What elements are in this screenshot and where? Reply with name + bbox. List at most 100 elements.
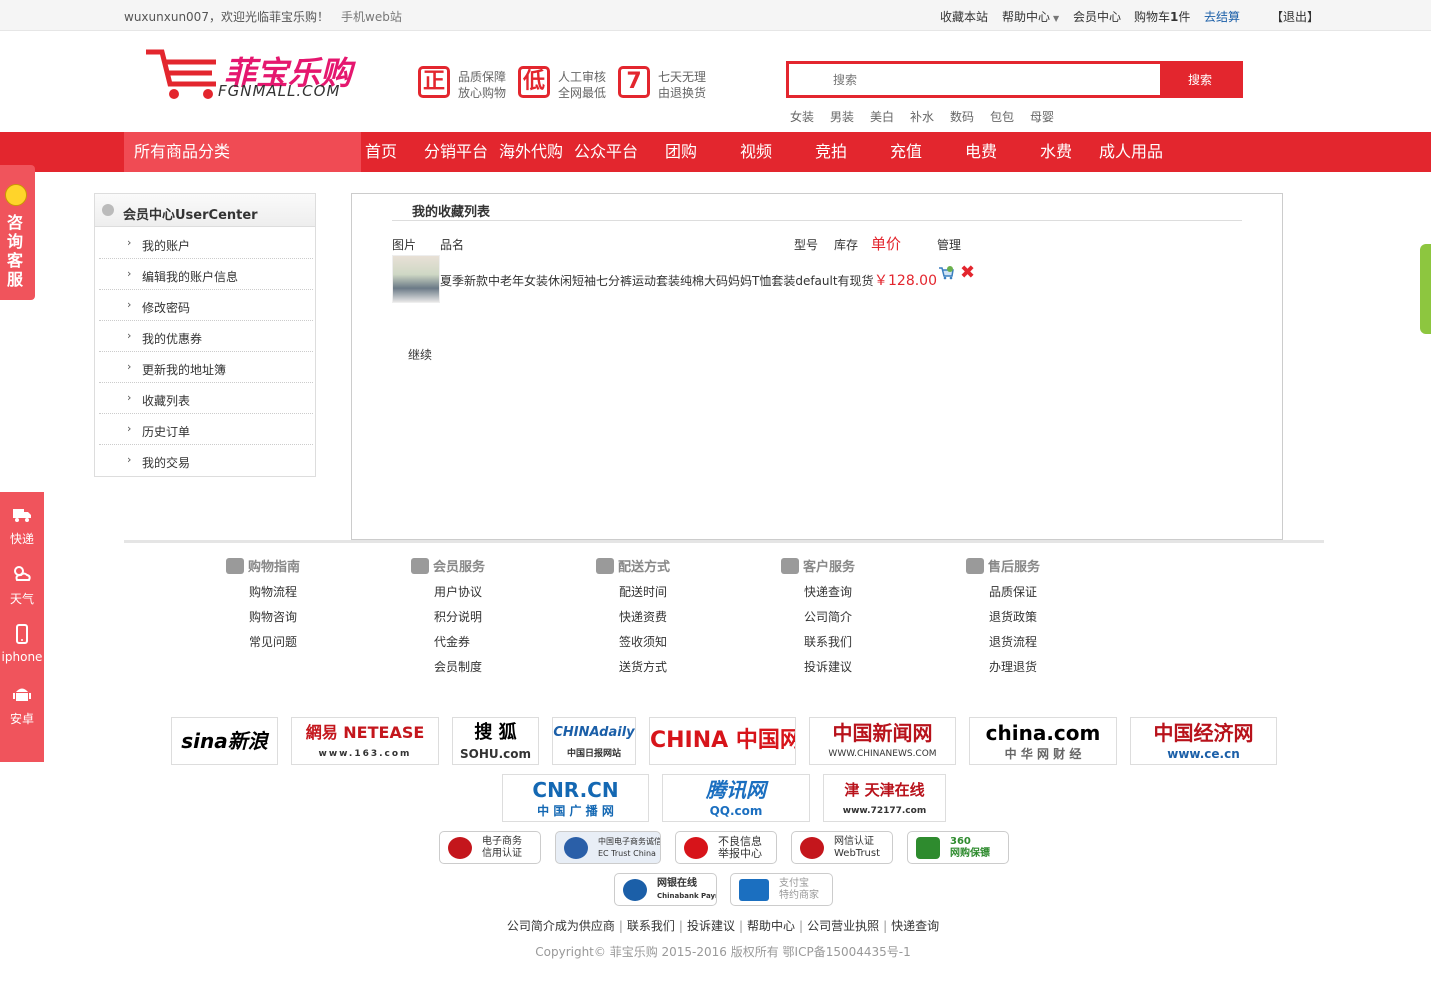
continue-link[interactable]: 继续 bbox=[408, 346, 432, 363]
all-categories-menu[interactable]: 所有商品分类 bbox=[124, 132, 361, 172]
footer-link[interactable]: 联系我们 bbox=[804, 633, 852, 650]
nav-item-home[interactable]: 首页 bbox=[365, 132, 397, 172]
menu-my-transactions[interactable]: › 我的交易 bbox=[99, 445, 313, 476]
menu-order-history[interactable]: › 历史订单 bbox=[99, 414, 313, 445]
menu-favorites[interactable]: › 收藏列表 bbox=[99, 383, 313, 414]
product-thumbnail[interactable] bbox=[392, 255, 440, 303]
nav-item-electricity[interactable]: 电费 bbox=[965, 132, 997, 172]
media-logo-china-com[interactable]: china.com 中 华 网 财 经 bbox=[969, 717, 1117, 765]
bottom-link-complaint[interactable]: 投诉建议 bbox=[687, 919, 735, 933]
hotword-link[interactable]: 男装 bbox=[830, 108, 854, 125]
menu-coupons[interactable]: › 我的优惠券 bbox=[99, 321, 313, 352]
footer-link[interactable]: 品质保证 bbox=[989, 583, 1037, 600]
nav-item-group-buy[interactable]: 团购 bbox=[665, 132, 697, 172]
badge-360[interactable]: 360 网购保镖 bbox=[907, 831, 1009, 864]
badge-report-center[interactable]: 不良信息 举报中心 bbox=[675, 831, 777, 864]
checkout-link[interactable]: 去结算 bbox=[1204, 8, 1240, 25]
hotword-link[interactable]: 补水 bbox=[910, 108, 934, 125]
menu-change-password[interactable]: › 修改密码 bbox=[99, 290, 313, 321]
footer-link[interactable]: 快递资费 bbox=[619, 608, 667, 625]
hotword-link[interactable]: 女装 bbox=[790, 108, 814, 125]
logout-link[interactable]: 【退出】 bbox=[1271, 8, 1319, 25]
footer-link[interactable]: 快递查询 bbox=[804, 583, 852, 600]
badge-alipay[interactable]: 支付宝 特约商家 bbox=[730, 873, 833, 906]
mobile-site-link[interactable]: 手机web站 bbox=[341, 8, 402, 25]
badge-bcp[interactable]: 电子商务 信用认证 bbox=[439, 831, 541, 864]
tool-android[interactable]: 安卓 bbox=[0, 684, 44, 727]
media-logo-china-com-cn[interactable]: CHINA 中国网 bbox=[649, 717, 796, 765]
customer-service-float[interactable]: 咨询客服 bbox=[0, 165, 35, 300]
favorite-site-link[interactable]: 收藏本站 bbox=[940, 8, 988, 25]
footer-link[interactable]: 公司简介 bbox=[804, 608, 852, 625]
nav-item-auction[interactable]: 竞拍 bbox=[815, 132, 847, 172]
media-logo-chinadaily[interactable]: CHINAdaily 中国日报网站 bbox=[552, 717, 636, 765]
help-center-link[interactable]: 帮助中心 ▼ bbox=[1002, 8, 1059, 25]
nav-item-distribution[interactable]: 分销平台 bbox=[424, 132, 488, 172]
bottom-link-contact[interactable]: 联系我们 bbox=[627, 919, 675, 933]
footer-link[interactable]: 会员制度 bbox=[434, 658, 482, 675]
tool-label: 安卓 bbox=[9, 712, 34, 726]
badge-chinabank[interactable]: 网银在线 Chinabank Payment bbox=[614, 873, 717, 906]
bottom-link-about[interactable]: 公司简介 bbox=[507, 919, 555, 933]
cart-link[interactable]: 购物车1件 bbox=[1134, 8, 1190, 25]
right-side-tab[interactable] bbox=[1420, 244, 1431, 334]
footer-link[interactable]: 购物咨询 bbox=[249, 608, 297, 625]
footer-link[interactable]: 积分说明 bbox=[434, 608, 482, 625]
nav-item-video[interactable]: 视频 bbox=[740, 132, 772, 172]
media-logo-163[interactable]: 網易 NETEASE www.163.com bbox=[291, 717, 439, 765]
bottom-link-supplier[interactable]: 成为供应商 bbox=[555, 919, 615, 933]
site-logo[interactable]: 菲宝乐购 FGNMALL.COM bbox=[142, 48, 377, 104]
truck-icon bbox=[596, 558, 614, 574]
footer-link[interactable]: 办理退货 bbox=[989, 658, 1037, 675]
media-logo-ce[interactable]: 中国经济网 www.ce.cn bbox=[1130, 717, 1277, 765]
media-logo-sina[interactable]: sina新浪 bbox=[171, 717, 278, 765]
tool-label: 天气 bbox=[9, 592, 34, 606]
report-center-icon bbox=[684, 837, 708, 859]
media-logo-tianjin[interactable]: 津 天津在线 www.72177.com bbox=[823, 774, 946, 822]
nav-item-water[interactable]: 水费 bbox=[1040, 132, 1072, 172]
menu-edit-account[interactable]: › 编辑我的账户信息 bbox=[99, 259, 313, 290]
hotword-link[interactable]: 数码 bbox=[950, 108, 974, 125]
footer-link[interactable]: 用户协议 bbox=[434, 583, 482, 600]
media-logo-cnr[interactable]: CNR.CN 中 国 广 播 网 bbox=[502, 774, 649, 822]
media-logo-chinanews[interactable]: 中国新闻网 WWW.CHINANEWS.COM bbox=[809, 717, 956, 765]
badge-webtrust[interactable]: 网信认证 WebTrust bbox=[791, 831, 893, 864]
hotword-link[interactable]: 美白 bbox=[870, 108, 894, 125]
footer-link[interactable]: 购物流程 bbox=[249, 583, 297, 600]
welcome-text: wuxunxun007，欢迎光临菲宝乐购！ bbox=[124, 10, 329, 24]
media-logo-qq[interactable]: 腾讯网 QQ.com bbox=[662, 774, 810, 822]
search-button[interactable]: 搜索 bbox=[1160, 64, 1240, 95]
bottom-link-license[interactable]: 公司营业执照 bbox=[807, 919, 879, 933]
media-logo-sohu[interactable]: 搜 狐 SOHU.com bbox=[452, 717, 539, 765]
product-name-link[interactable]: 夏季新款中老年女装休闲短袖七分裤运动套装纯棉大码妈妈T恤套装default有现货 bbox=[440, 272, 874, 289]
nav-item-recharge[interactable]: 充值 bbox=[890, 132, 922, 172]
badge-ec-trust[interactable]: 中国电子商务诚信单位 EC Trust China bbox=[555, 831, 661, 864]
media-logo-text: CNR.CN bbox=[532, 778, 619, 802]
media-logo-sub: WWW.CHINANEWS.COM bbox=[828, 749, 937, 759]
bottom-link-help[interactable]: 帮助中心 bbox=[747, 919, 795, 933]
menu-label: 我的优惠券 bbox=[142, 332, 203, 346]
menu-my-account[interactable]: › 我的账户 bbox=[99, 228, 313, 259]
bottom-link-tracking[interactable]: 快递查询 bbox=[891, 919, 939, 933]
footer-link[interactable]: 常见问题 bbox=[249, 633, 297, 650]
footer-link[interactable]: 退货政策 bbox=[989, 608, 1037, 625]
member-center-link[interactable]: 会员中心 bbox=[1073, 8, 1121, 25]
add-to-cart-icon[interactable] bbox=[938, 266, 954, 280]
footer-link[interactable]: 签收须知 bbox=[619, 633, 667, 650]
search-input[interactable] bbox=[789, 64, 1161, 95]
hotword-link[interactable]: 母婴 bbox=[1030, 108, 1054, 125]
footer-link[interactable]: 代金券 bbox=[434, 633, 470, 650]
hotword-link[interactable]: 包包 bbox=[990, 108, 1014, 125]
tool-weather[interactable]: 天气 bbox=[0, 564, 44, 607]
tool-express[interactable]: 快递 bbox=[0, 504, 44, 547]
footer-link[interactable]: 投诉建议 bbox=[804, 658, 852, 675]
tool-iphone[interactable]: iphone bbox=[0, 624, 44, 664]
footer-link[interactable]: 送货方式 bbox=[619, 658, 667, 675]
nav-item-adult[interactable]: 成人用品 bbox=[1099, 132, 1163, 172]
nav-item-public-platform[interactable]: 公众平台 bbox=[574, 132, 638, 172]
footer-link[interactable]: 退货流程 bbox=[989, 633, 1037, 650]
footer-link[interactable]: 配送时间 bbox=[619, 583, 667, 600]
delete-icon[interactable]: ✖ bbox=[960, 264, 976, 282]
nav-item-overseas[interactable]: 海外代购 bbox=[499, 132, 563, 172]
menu-address-book[interactable]: › 更新我的地址簿 bbox=[99, 352, 313, 383]
